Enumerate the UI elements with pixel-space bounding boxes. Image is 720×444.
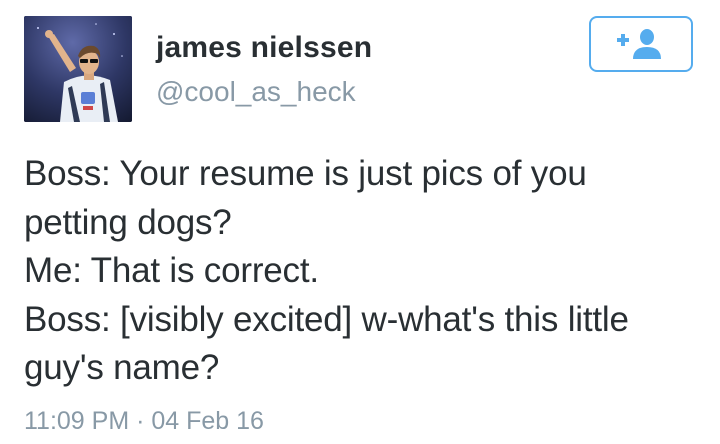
profile-avatar[interactable] (24, 16, 132, 122)
tweet-timestamp[interactable]: 11:09 PM · 04 Feb 16 (24, 404, 264, 438)
avatar-image (24, 16, 132, 122)
author-handle[interactable]: @cool_as_heck (156, 72, 372, 112)
tweet-text-line: petting dogs? (24, 202, 232, 242)
tweet-text-line: Boss: Your resume is just pics of you (24, 154, 587, 193)
tweet-header: james nielssen @cool_as_heck (156, 28, 372, 112)
tweet-text-line: guy's name? (24, 348, 220, 387)
tweet-text: Boss: Your resume is just pics of you pe… (24, 150, 704, 393)
follow-user-icon (617, 29, 661, 59)
tweet-text-line: Me: That is correct. (24, 251, 319, 290)
tweet-text-line: Boss: [visibly excited] w-what's this li… (24, 299, 629, 339)
tweet-card: james nielssen @cool_as_heck Boss: Your … (0, 0, 720, 444)
follow-button[interactable] (589, 16, 693, 72)
author-display-name[interactable]: james nielssen (156, 28, 372, 68)
